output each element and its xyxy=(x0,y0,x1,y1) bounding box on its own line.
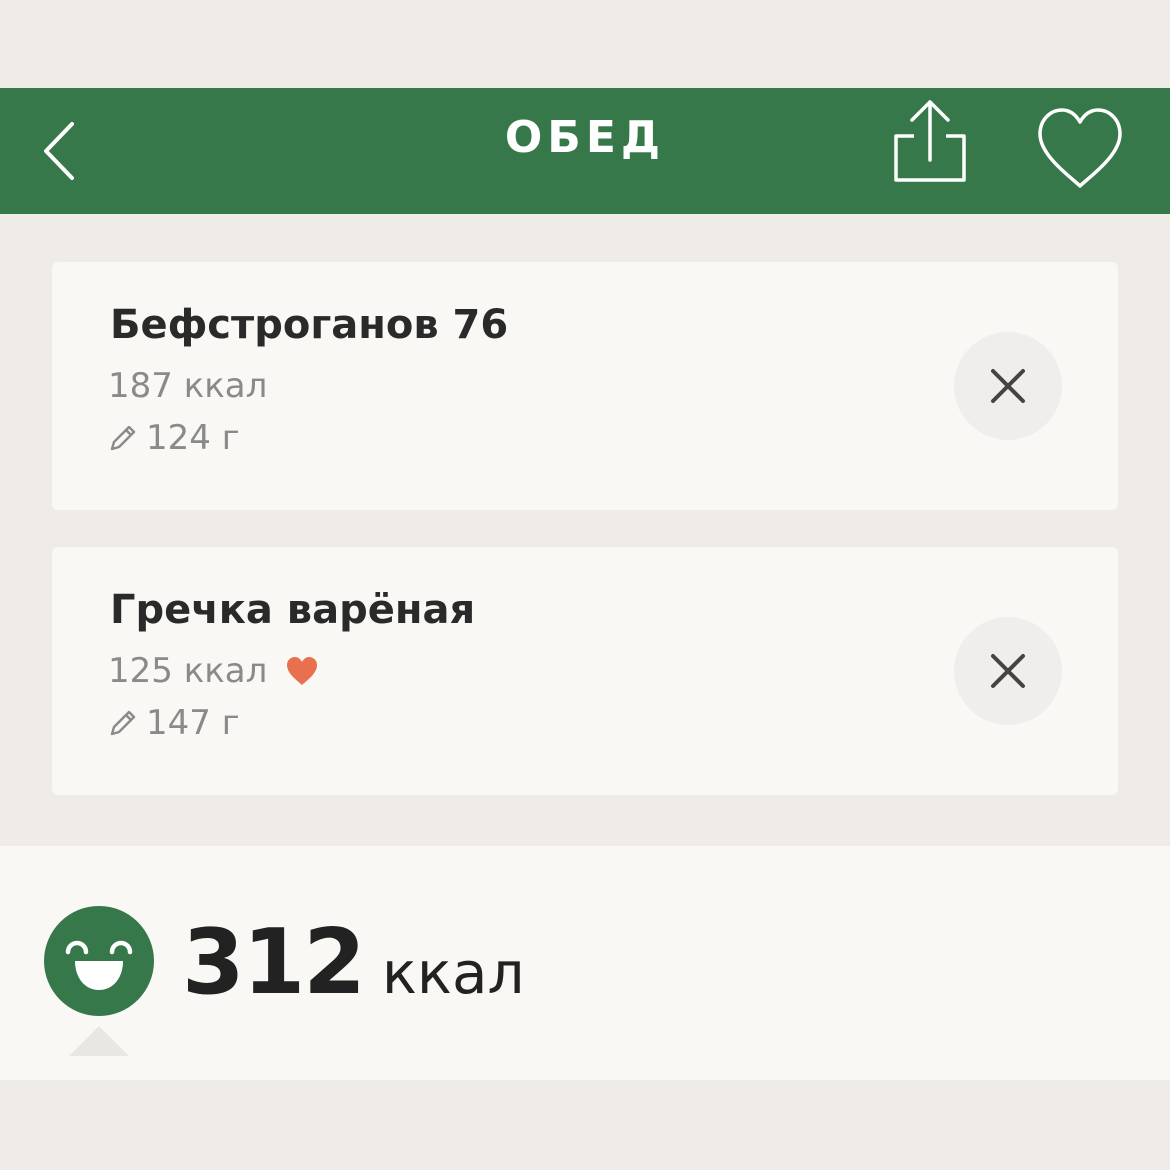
happy-face-icon[interactable] xyxy=(44,906,154,1016)
edit-weight-button[interactable]: 124 г xyxy=(106,418,240,458)
food-item-name: Бефстроганов 76 xyxy=(110,302,509,348)
pencil-icon xyxy=(110,710,136,736)
mood-pointer xyxy=(69,1026,129,1056)
share-button[interactable] xyxy=(888,98,972,198)
close-icon xyxy=(991,369,1025,403)
food-item-card[interactable]: Гречка варёная 125 ккал 147 г xyxy=(52,547,1118,795)
remove-item-button[interactable] xyxy=(954,332,1062,440)
total-calories-value: 312 xyxy=(182,910,366,1015)
remove-item-button[interactable] xyxy=(954,617,1062,725)
food-item-name: Гречка варёная xyxy=(110,587,476,633)
page-title: ОБЕД xyxy=(504,112,666,163)
food-item-card[interactable]: Бефстроганов 76 187 ккал 124 г xyxy=(52,262,1118,510)
food-item-weight: 147 г xyxy=(146,703,240,743)
close-icon xyxy=(991,654,1025,688)
food-item-calories-row: 187 ккал xyxy=(108,366,267,406)
share-icon xyxy=(894,100,966,182)
food-item-weight: 124 г xyxy=(146,418,240,458)
edit-weight-button[interactable]: 147 г xyxy=(106,703,240,743)
food-item-calories: 125 ккал xyxy=(108,651,268,691)
total-calories-unit: ккал xyxy=(381,939,525,1007)
heart-icon xyxy=(287,657,318,685)
pencil-icon xyxy=(110,425,136,451)
heart-outline-icon xyxy=(1038,108,1122,188)
app-header: ОБЕД xyxy=(0,88,1170,214)
favorite-meal-button[interactable] xyxy=(1034,106,1126,194)
calorie-summary: 312 ккал xyxy=(0,846,1170,1080)
food-item-calories: 187 ккал xyxy=(108,366,268,406)
total-calories: 312 ккал xyxy=(182,908,525,1028)
food-item-calories-row: 125 ккал xyxy=(108,651,319,691)
